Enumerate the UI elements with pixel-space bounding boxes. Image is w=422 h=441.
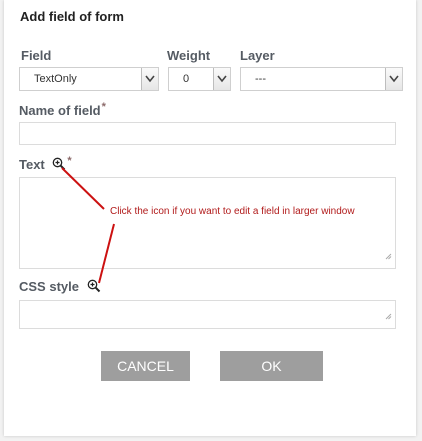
add-field-dialog: Add field of form Field TextOnly Weight … [4,0,416,436]
annotation-arrows [61,167,115,284]
cancel-button[interactable]: CANCEL [101,351,190,381]
ok-button[interactable]: OK [220,351,323,381]
annotation-hint: Click the icon if you want to edit a fie… [110,206,355,217]
